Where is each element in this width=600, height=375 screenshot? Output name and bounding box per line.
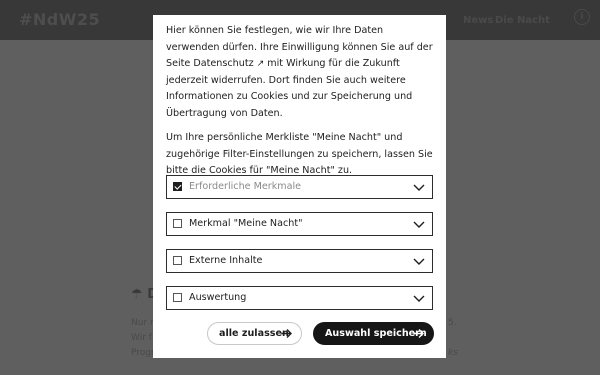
chevron-down-icon[interactable] [412,291,426,305]
checkbox-meine-nacht[interactable] [173,219,182,228]
chevron-down-icon[interactable] [412,254,426,268]
chevron-down-icon[interactable] [412,180,426,194]
checkbox-externe-inhalte[interactable] [173,256,182,265]
background-text-line: Wir f [131,333,152,343]
checkbox-auswertung[interactable] [173,293,182,302]
info-icon[interactable]: i [574,9,590,25]
consent-note-text: Um Ihre persönliche Merkliste "Meine Nac… [166,132,433,176]
allow-all-button[interactable]: alle zulassen [207,322,302,345]
background-text-fragment: 5. [448,318,457,328]
option-erforderliche-merkmale[interactable]: Erforderliche Merkmale [166,175,433,199]
datenschutz-link-label: Datenschutz [193,58,254,69]
arrow-right-icon [281,329,292,338]
option-meine-nacht[interactable]: Merkmal "Meine Nacht" [166,212,433,236]
option-label: Merkmal "Meine Nacht" [189,218,303,229]
option-label: Auswertung [189,292,247,303]
background-text-fragment: ks [448,348,458,358]
option-externe-inhalte[interactable]: Externe Inhalte [166,249,433,273]
nav-news-link[interactable]: News [463,15,493,26]
background-text-line: Progr [131,348,155,358]
checkbox-erforderliche-merkmale [173,182,182,191]
cookie-consent-dialog: Hier können Sie festlegen, wie wir Ihre … [153,15,446,358]
site-logo[interactable]: #NdW25 [19,10,100,29]
option-auswertung[interactable]: Auswertung [166,286,433,310]
background-text-line: Nur n [131,318,156,328]
allow-all-label: alle zulassen [219,328,289,339]
consent-intro-text: Hier können Sie festlegen, wie wir Ihre … [166,23,438,122]
nav-die-nacht-link[interactable]: Die Nacht [495,15,550,26]
chevron-down-icon[interactable] [412,217,426,231]
arrow-right-icon [413,329,424,338]
save-selection-button[interactable]: Auswahl speichern [313,322,434,345]
option-label: Externe Inhalte [189,255,263,266]
datenschutz-link[interactable]: Datenschutz ↗ [193,58,264,69]
option-label: Erforderliche Merkmale [189,181,302,192]
